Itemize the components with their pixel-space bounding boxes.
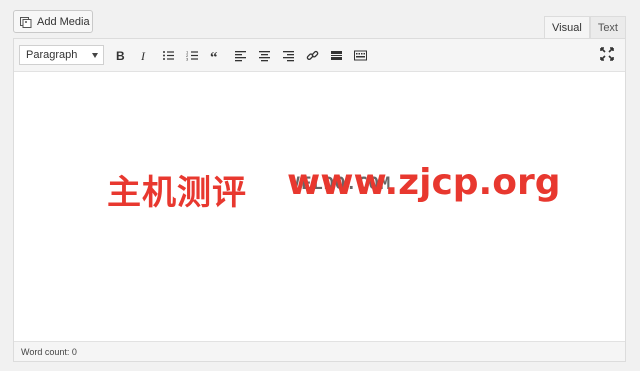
svg-text:B: B — [116, 49, 125, 62]
format-select-value: Paragraph — [26, 49, 78, 61]
editor: Paragraph B I 123 “ VELDO.COM 主机测评 www.z… — [13, 38, 626, 362]
align-right-icon[interactable] — [276, 43, 300, 67]
format-select[interactable]: Paragraph — [19, 45, 104, 65]
numbered-list-icon[interactable]: 123 — [180, 43, 204, 67]
editor-tabs: Visual Text — [544, 16, 626, 38]
tab-visual[interactable]: Visual — [544, 16, 590, 38]
blockquote-icon[interactable]: “ — [204, 43, 228, 67]
media-icon — [20, 16, 32, 28]
bullet-list-icon[interactable] — [156, 43, 180, 67]
fullscreen-icon[interactable] — [599, 46, 615, 62]
chevron-down-icon — [92, 53, 98, 58]
align-left-icon[interactable] — [228, 43, 252, 67]
editor-toolbar: Paragraph B I 123 “ — [14, 39, 625, 72]
add-media-label: Add Media — [37, 15, 90, 28]
bold-icon[interactable]: B — [108, 43, 132, 67]
word-count: Word count: 0 — [21, 347, 77, 357]
status-bar: Word count: 0 — [14, 341, 625, 361]
svg-text:3: 3 — [186, 56, 189, 61]
read-more-icon[interactable] — [324, 43, 348, 67]
tab-text[interactable]: Text — [589, 16, 626, 38]
svg-text:“: “ — [210, 50, 218, 62]
editor-content[interactable]: VELDO.COM 主机测评 www.zjcp.org — [14, 72, 625, 343]
link-icon[interactable] — [300, 43, 324, 67]
toolbar-toggle-icon[interactable] — [348, 43, 372, 67]
italic-icon[interactable]: I — [132, 43, 156, 67]
align-center-icon[interactable] — [252, 43, 276, 67]
watermark-url: www.zjcp.org — [287, 162, 561, 203]
add-media-button[interactable]: Add Media — [13, 10, 93, 33]
svg-text:I: I — [140, 49, 146, 62]
watermark-chinese: 主机测评 — [107, 173, 247, 213]
